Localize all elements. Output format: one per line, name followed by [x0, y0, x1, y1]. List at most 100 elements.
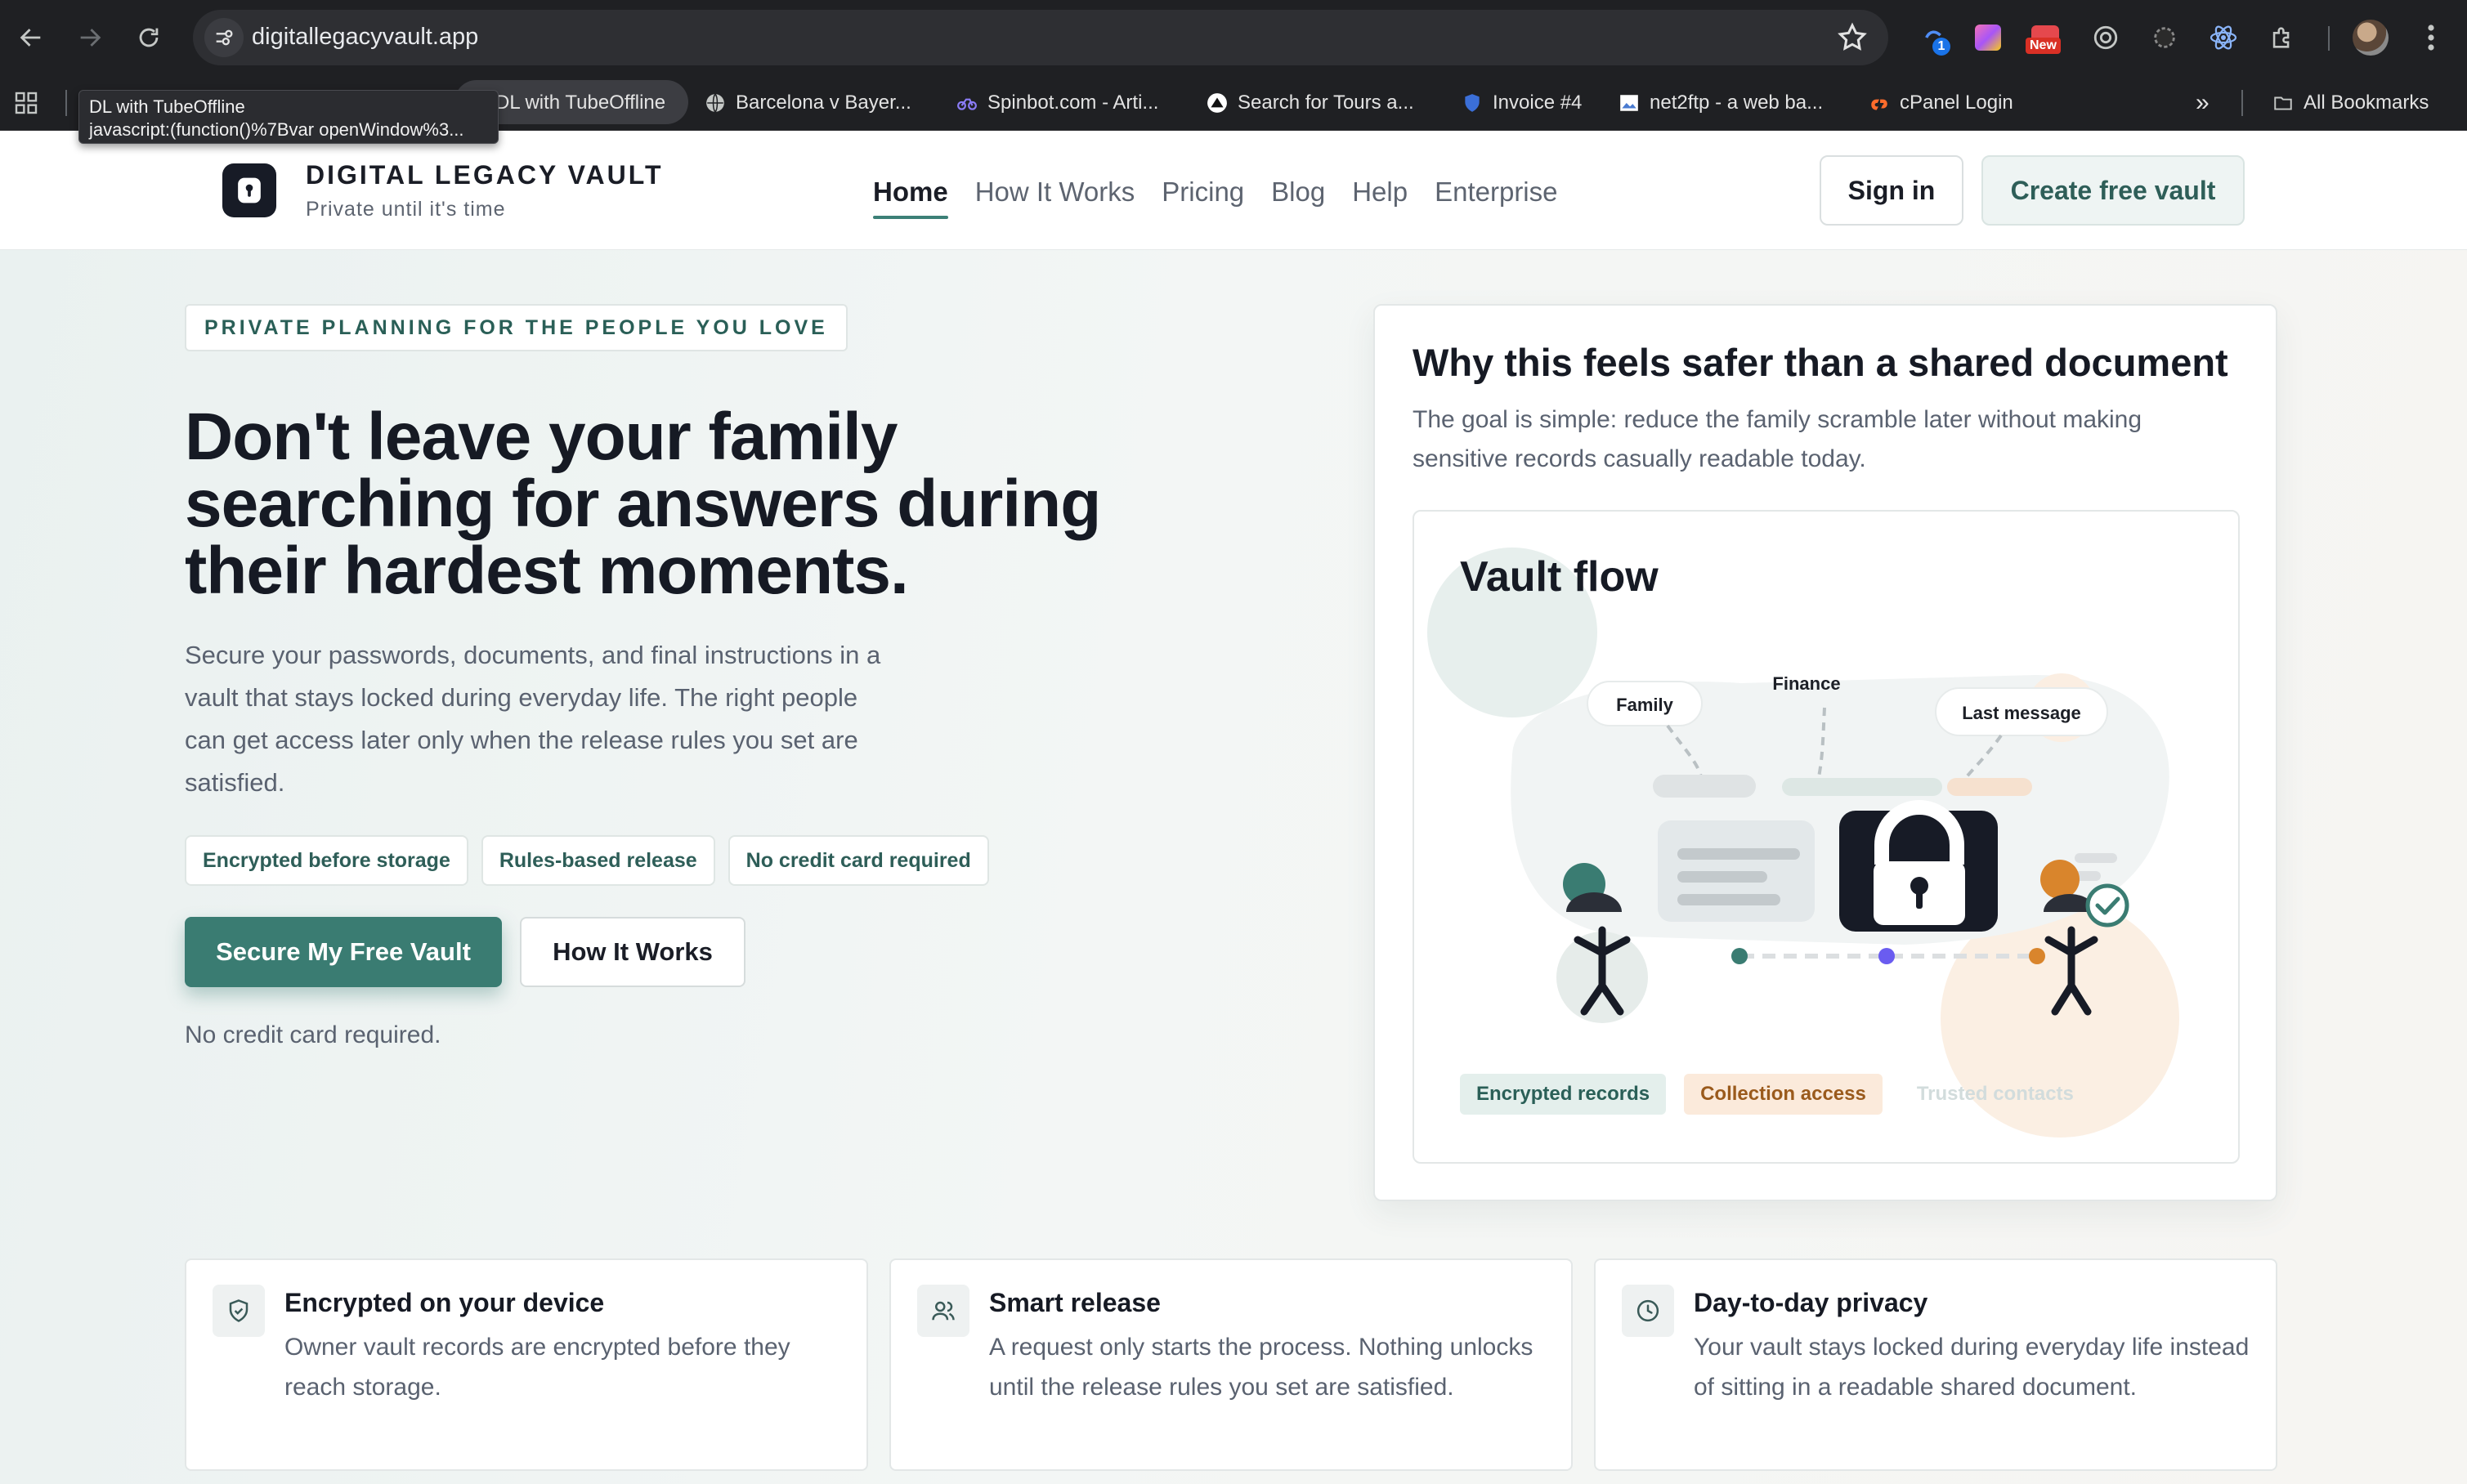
vault-flow-graphic: Family Finance Last message	[1427, 548, 2179, 1138]
apps-grid-icon[interactable]	[13, 90, 39, 116]
document-line	[1677, 871, 1767, 883]
site-info-icon[interactable]	[204, 18, 244, 57]
bookmarks-divider	[2241, 90, 2243, 116]
overflow-chevron-icon: »	[2196, 89, 2210, 116]
hero-pills: Encrypted before storage Rules-based rel…	[185, 835, 989, 886]
nav-how-it-works[interactable]: How It Works	[975, 177, 1135, 219]
feature-card: Encrypted on your device Owner vault rec…	[185, 1258, 868, 1471]
flow-dot-green	[1731, 948, 1748, 964]
feature-title: Day-to-day privacy	[1694, 1288, 1928, 1317]
nav-pricing[interactable]: Pricing	[1162, 177, 1244, 219]
keyhole-slot	[1916, 889, 1923, 909]
extension-target-icon[interactable]	[2088, 20, 2124, 56]
last-message-label: Last message	[1962, 703, 2081, 723]
address-bar[interactable]: digitallegacyvault.app	[193, 10, 1888, 65]
bookmark-item[interactable]: DL with TubeOffline	[495, 88, 665, 118]
person-right-bar	[2075, 853, 2117, 863]
bookmark-item[interactable]: net2ftp - a web ba...	[1619, 88, 1823, 118]
no-credit-card-note: No credit card required.	[185, 1021, 441, 1048]
back-button[interactable]	[11, 18, 51, 57]
bookmark-label: Search for Tours a...	[1238, 92, 1414, 114]
vault-logo-icon[interactable]	[222, 163, 276, 217]
nav-home[interactable]: Home	[873, 177, 948, 219]
bookmark-star-icon[interactable]	[1836, 21, 1869, 54]
sign-in-button[interactable]: Sign in	[1820, 155, 1963, 226]
bookmark-tooltip: DL with TubeOffline javascript:(function…	[78, 90, 499, 144]
users-icon	[917, 1285, 969, 1337]
vault-flow-illustration: Family Finance Last message Vault flow E…	[1413, 510, 2240, 1164]
arrow-right-icon	[80, 29, 101, 47]
clock-icon	[1622, 1285, 1674, 1337]
flow-dot-purple	[1878, 948, 1895, 964]
extensions-puzzle-icon[interactable]	[2264, 20, 2300, 56]
hero-subtitle: Secure your passwords, documents, and fi…	[185, 641, 881, 797]
forward-button[interactable]	[70, 18, 110, 57]
bookmark-label: net2ftp - a web ba...	[1650, 92, 1824, 114]
reload-button[interactable]	[129, 18, 168, 57]
nav-blog[interactable]: Blog	[1271, 177, 1325, 219]
tooltip-title: DL with TubeOffline	[89, 96, 245, 117]
bookmark-item[interactable]: Search for Tours a...	[1207, 88, 1414, 118]
all-bookmarks-label: All Bookmarks	[2304, 92, 2429, 114]
extension-gear-icon[interactable]	[2147, 20, 2183, 56]
bookmark-item[interactable]: cPanel Login	[1869, 88, 2013, 118]
extension-react-icon[interactable]	[2205, 20, 2241, 56]
site-header: DIGITAL LEGACY VAULT Private until it's …	[0, 131, 2467, 250]
all-bookmarks-button[interactable]: All Bookmarks	[2272, 88, 2429, 118]
bookmark-label: Barcelona v Bayer...	[736, 92, 911, 114]
bookmarks-overflow-button[interactable]: »	[2196, 88, 2210, 118]
feature-card: Smart release A request only starts the …	[889, 1258, 1573, 1471]
arrow-left-icon	[20, 29, 41, 47]
how-it-works-button[interactable]: How It Works	[520, 917, 745, 987]
reload-icon	[139, 28, 159, 47]
bookmark-item[interactable]: Barcelona v Bayer...	[705, 88, 911, 118]
feature-card: Day-to-day privacy Your vault stays lock…	[1594, 1258, 2277, 1471]
bookmark-label: cPanel Login	[1900, 92, 2013, 114]
feature-title: Smart release	[989, 1288, 1161, 1317]
url-text[interactable]: digitallegacyvault.app	[252, 24, 478, 51]
toolbar-divider	[2328, 26, 2330, 51]
bicycle-icon	[957, 98, 977, 110]
bookmark-label: DL with TubeOffline	[495, 92, 666, 114]
bookmark-item[interactable]: Spinbot.com - Arti...	[956, 88, 1158, 118]
document-line	[1677, 848, 1800, 860]
pill-rules-release: Rules-based release	[481, 835, 715, 886]
profile-avatar[interactable]	[2353, 20, 2389, 56]
create-vault-button[interactable]: Create free vault	[1981, 155, 2245, 226]
pill-no-credit-card: No credit card required	[728, 835, 989, 886]
record-bar	[1947, 778, 2032, 796]
brand-tagline: Private until it's time	[306, 198, 506, 221]
nav-help[interactable]: Help	[1352, 177, 1408, 219]
feature-text: Owner vault records are encrypted before…	[284, 1334, 790, 1401]
bookmark-item[interactable]: Invoice #4	[1462, 88, 1582, 118]
globe-icon	[706, 93, 724, 113]
nav-enterprise[interactable]: Enterprise	[1435, 177, 1557, 219]
document-line	[1677, 894, 1780, 905]
new-badge: New	[2026, 38, 2061, 54]
flow-chips: Encrypted records Collection access Trus…	[1460, 1074, 2090, 1115]
bookmarks-divider	[65, 90, 67, 116]
finance-label: Finance	[1772, 673, 1840, 694]
brand-name[interactable]: DIGITAL LEGACY VAULT	[306, 160, 663, 190]
bookmark-label: Invoice #4	[1493, 92, 1583, 114]
shield-check-icon	[213, 1285, 265, 1337]
invoice-shield-icon	[1465, 94, 1480, 112]
mountain-icon	[1207, 93, 1227, 113]
person-right-head	[2040, 860, 2080, 899]
main-nav: Home How It Works Pricing Blog Help Ente…	[873, 177, 1558, 219]
flow-dot-orange	[2029, 948, 2045, 964]
family-label: Family	[1616, 695, 1673, 715]
chrome-menu-icon[interactable]	[2421, 23, 2441, 52]
chip-collection-access: Collection access	[1684, 1074, 1883, 1115]
image-icon	[1620, 95, 1638, 111]
vault-flow-title: Vault flow	[1460, 553, 1659, 601]
secure-vault-button[interactable]: Secure My Free Vault	[185, 917, 502, 987]
feature-title: Encrypted on your device	[284, 1288, 605, 1317]
extension-gradient-icon[interactable]	[1970, 20, 2006, 56]
record-bar	[1782, 778, 1942, 796]
tooltip-url: javascript:(function()%7Bvar openWindow%…	[89, 119, 464, 140]
why-card-subtitle: The goal is simple: reduce the family sc…	[1413, 406, 2142, 472]
bookmark-label: Spinbot.com - Arti...	[987, 92, 1159, 114]
feature-text: Your vault stays locked during everyday …	[1694, 1334, 2250, 1401]
feature-text: A request only starts the process. Nothi…	[989, 1334, 1533, 1401]
